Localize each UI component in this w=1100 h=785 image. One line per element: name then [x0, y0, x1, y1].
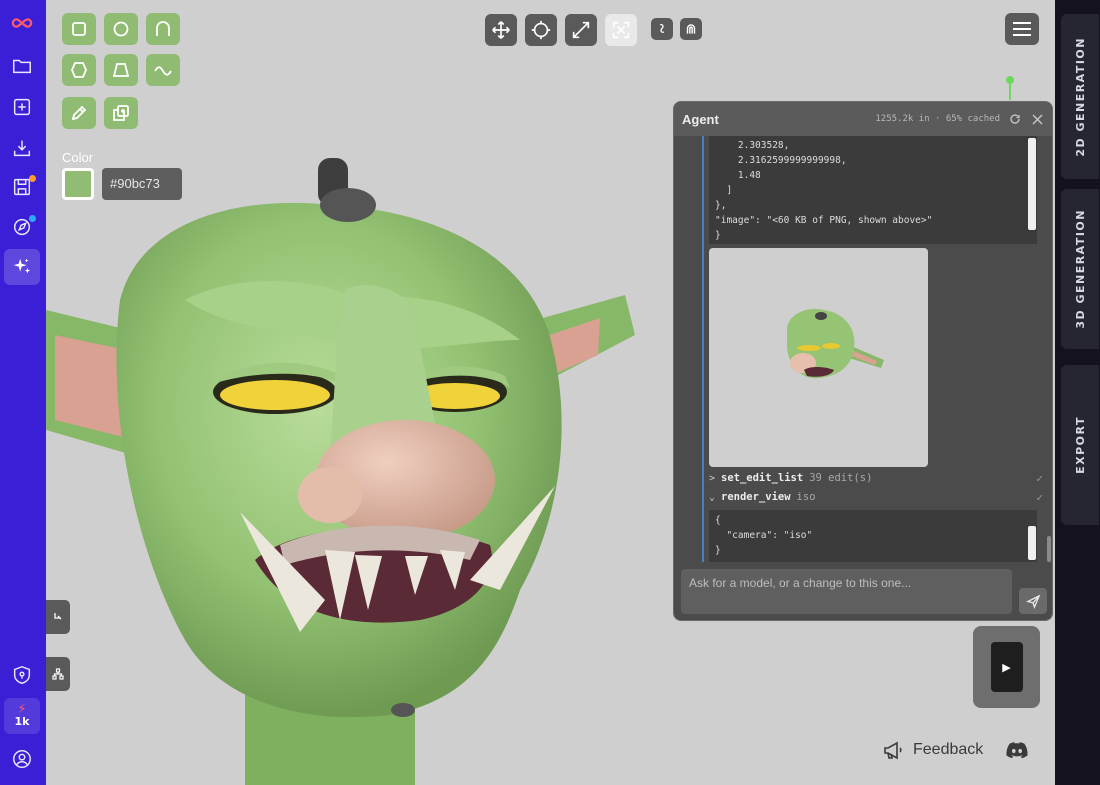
tool-meta: iso: [796, 491, 816, 503]
tool-meta: 39 edit(s): [809, 472, 873, 484]
duplicate-tool[interactable]: [104, 97, 138, 129]
code-scroll-thumb[interactable]: [1028, 526, 1036, 560]
explore-icon[interactable]: [4, 209, 40, 245]
left-sidebar: ⚡ 1k: [0, 0, 46, 785]
check-icon: ✓: [1036, 490, 1043, 504]
chevron-right-icon: >: [709, 472, 716, 484]
code-scrollbar[interactable]: [1027, 136, 1037, 244]
tab-2d-generation[interactable]: 2D GENERATION: [1061, 14, 1099, 179]
logo-infinity-icon[interactable]: [4, 5, 40, 41]
play-button[interactable]: ▶: [990, 642, 1023, 692]
send-button[interactable]: [1019, 588, 1047, 614]
fit-view-button[interactable]: [605, 14, 637, 46]
agent-title: Agent: [682, 111, 719, 127]
hierarchy-icon[interactable]: [46, 657, 70, 691]
shield-icon[interactable]: [4, 657, 40, 693]
snap-toggle-button[interactable]: [651, 18, 673, 40]
sphere-tool[interactable]: [104, 13, 138, 45]
magnet-icon[interactable]: [680, 18, 702, 40]
curve-tool[interactable]: [146, 54, 180, 86]
tool-name: set_edit_list: [721, 472, 804, 484]
tab-label: EXPORT: [1073, 416, 1087, 474]
code-scroll-thumb[interactable]: [1028, 138, 1036, 230]
cube-tool[interactable]: [62, 13, 96, 45]
megaphone-icon: [884, 741, 902, 760]
credits-amount: 1k: [14, 715, 30, 728]
save-icon[interactable]: [4, 169, 40, 205]
notification-indicator: [29, 215, 36, 222]
close-icon[interactable]: [1030, 112, 1044, 126]
color-swatch[interactable]: [62, 168, 94, 200]
chevron-down-icon: ⌄: [709, 491, 716, 503]
import-icon[interactable]: [4, 130, 40, 166]
cone-tool[interactable]: [104, 54, 138, 86]
thread-line: [702, 136, 704, 562]
discord-icon[interactable]: [1006, 741, 1028, 763]
tool-call-set-edit-list[interactable]: > set_edit_list 39 edit(s) ✓: [709, 470, 1043, 486]
credits-badge[interactable]: ⚡ 1k: [4, 698, 40, 734]
pivot-toggle-button[interactable]: [46, 600, 70, 634]
new-project-icon[interactable]: [4, 89, 40, 125]
tool-name: render_view: [721, 491, 791, 503]
feedback-link[interactable]: Feedback: [883, 740, 983, 760]
play-panel: ▶: [973, 626, 1040, 708]
right-sidebar: 2D GENERATION 3D GENERATION EXPORT: [1055, 0, 1100, 785]
unsaved-indicator: [29, 175, 36, 182]
tool-call-render-view[interactable]: ⌄ render_view iso ✓: [709, 489, 1043, 505]
render-preview-image: [709, 248, 928, 467]
token-stats: 1255.2k in · 65% cached: [875, 114, 1000, 124]
folder-icon[interactable]: [4, 48, 40, 84]
messages-scroll-thumb[interactable]: [1047, 536, 1051, 562]
check-icon: ✓: [1036, 471, 1043, 485]
arch-tool[interactable]: [146, 13, 180, 45]
tab-label: 2D GENERATION: [1073, 36, 1087, 157]
tab-export[interactable]: EXPORT: [1061, 365, 1099, 525]
ai-sparkle-icon[interactable]: [4, 249, 40, 285]
tab-3d-generation[interactable]: 3D GENERATION: [1061, 189, 1099, 349]
account-icon[interactable]: [4, 741, 40, 777]
play-icon: ▶: [1002, 660, 1011, 674]
agent-header: Agent 1255.2k in · 65% cached: [674, 102, 1052, 136]
feedback-label: Feedback: [913, 741, 984, 758]
move-tool-button[interactable]: [485, 14, 517, 46]
menu-button[interactable]: [1005, 13, 1039, 45]
tool-output-code: 2.303528, 2.3162599999999998, 1.48 ] }, …: [709, 136, 1027, 244]
rotate-tool-button[interactable]: [525, 14, 557, 46]
tool-input-code: { "camera": "iso" }: [709, 510, 1027, 562]
refresh-icon[interactable]: [1008, 112, 1022, 126]
agent-prompt-input[interactable]: Ask for a model, or a change to this one…: [681, 569, 1012, 614]
pencil-tool[interactable]: [62, 97, 96, 129]
agent-messages[interactable]: 2.303528, 2.3162599999999998, 1.48 ] }, …: [674, 136, 1052, 562]
scale-tool-button[interactable]: [565, 14, 597, 46]
agent-panel: Agent 1255.2k in · 65% cached 2.303528, …: [673, 101, 1053, 621]
cylinder-tool[interactable]: [62, 54, 96, 86]
color-hex-input[interactable]: #90bc73: [102, 168, 182, 200]
tab-label: 3D GENERATION: [1073, 209, 1087, 329]
color-label: Color: [62, 150, 94, 165]
code-scrollbar[interactable]: [1027, 510, 1037, 562]
